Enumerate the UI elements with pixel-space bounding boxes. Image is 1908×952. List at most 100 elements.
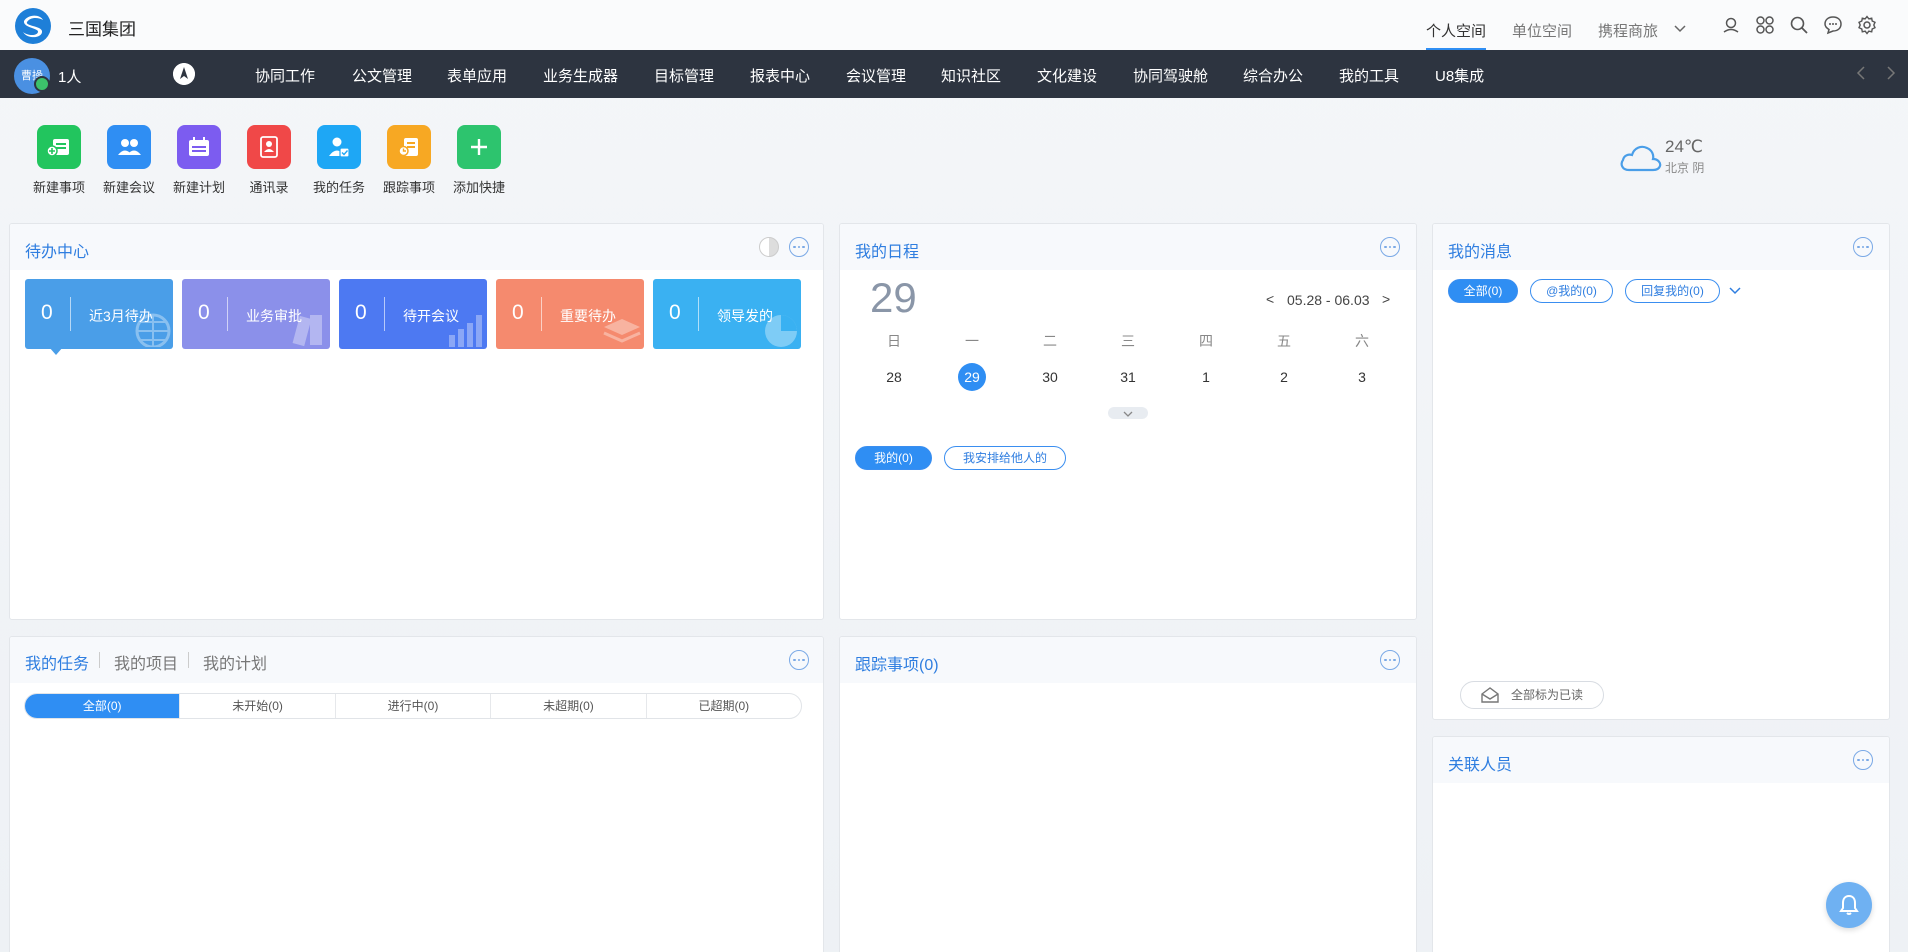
company-logo xyxy=(15,8,51,44)
envelope-open-icon xyxy=(1481,687,1499,703)
quick-my-tasks[interactable]: 我的任务 xyxy=(304,125,374,196)
quick-new-plan[interactable]: 新建计划 xyxy=(164,125,234,196)
nav-meetings[interactable]: 会议管理 xyxy=(846,65,906,86)
calendar-date[interactable]: 3 xyxy=(1342,369,1382,385)
settings-gear-icon[interactable] xyxy=(1857,15,1877,35)
message-filter-replies[interactable]: 回复我的(0) xyxy=(1625,279,1720,303)
bell-icon xyxy=(1839,894,1859,915)
calendar-date[interactable]: 30 xyxy=(1030,369,1070,385)
nav-documents[interactable]: 公文管理 xyxy=(352,65,412,86)
nav-culture[interactable]: 文化建设 xyxy=(1037,65,1097,86)
online-people-count[interactable]: 1人 xyxy=(58,66,81,87)
nav-reports[interactable]: 报表中心 xyxy=(750,65,810,86)
tab-personal-space[interactable]: 个人空间 xyxy=(1426,20,1487,51)
nav-my-tools[interactable]: 我的工具 xyxy=(1339,65,1399,86)
task-filter-overdue[interactable]: 已超期(0) xyxy=(647,694,801,718)
nav-knowledge[interactable]: 知识社区 xyxy=(941,65,1001,86)
schedule-panel: 我的日程 xyxy=(839,223,1417,620)
message-filter-mentions[interactable]: @我的(0) xyxy=(1530,279,1613,303)
tab-unit-space[interactable]: 单位空间 xyxy=(1512,20,1572,41)
task-filter-not-started[interactable]: 未开始(0) xyxy=(180,694,336,718)
nav-next-arrow-icon[interactable] xyxy=(1883,64,1899,82)
card-divider xyxy=(698,297,699,331)
calendar-expand-toggle[interactable] xyxy=(1108,407,1148,419)
panel-title: 我的日程 xyxy=(855,244,920,261)
nav-u8[interactable]: U8集成 xyxy=(1435,65,1484,86)
todo-card-meetings[interactable]: 0 待开会议 xyxy=(339,279,487,349)
task-filter-all[interactable]: 全部(0) xyxy=(25,694,181,718)
location-icon[interactable] xyxy=(1721,15,1741,35)
quick-new-meeting[interactable]: 新建会议 xyxy=(94,125,164,196)
quick-track-items[interactable]: 跟踪事项 xyxy=(374,125,444,196)
tab-separator xyxy=(99,652,100,668)
globe-icon xyxy=(135,313,171,347)
chevron-down-icon[interactable] xyxy=(1728,283,1742,297)
more-icon[interactable] xyxy=(1853,750,1873,770)
search-icon[interactable] xyxy=(1789,15,1809,35)
task-filter-not-overdue[interactable]: 未超期(0) xyxy=(491,694,647,718)
card-count: 0 xyxy=(41,301,53,324)
nav-office[interactable]: 综合办公 xyxy=(1243,65,1303,86)
quick-action-label: 新建事项 xyxy=(32,180,85,195)
chevron-down-icon xyxy=(1123,411,1133,417)
calendar-date[interactable]: 1 xyxy=(1186,369,1226,385)
notification-bell-button[interactable] xyxy=(1826,882,1872,928)
theme-toggle-icon[interactable] xyxy=(759,237,779,257)
calendar-week-range: 05.28 - 06.03 xyxy=(1287,292,1370,308)
calendar-next-week[interactable]: > xyxy=(1382,291,1390,307)
quick-action-label: 我的任务 xyxy=(312,180,365,195)
nav-goals[interactable]: 目标管理 xyxy=(654,65,714,86)
schedule-filter-mine[interactable]: 我的(0) xyxy=(855,446,932,470)
quick-new-item[interactable]: 新建事项 xyxy=(24,125,94,196)
todo-card-leader[interactable]: 0 领导发的 xyxy=(653,279,801,349)
quick-action-label: 新建计划 xyxy=(172,180,225,195)
tab-my-projects[interactable]: 我的项目 xyxy=(114,650,178,674)
bar-chart-icon xyxy=(449,315,482,347)
schedule-filter-assigned[interactable]: 我安排给他人的 xyxy=(944,446,1066,470)
more-icon[interactable] xyxy=(789,650,809,670)
tab-my-plans[interactable]: 我的计划 xyxy=(203,650,267,674)
navigation-compass-icon[interactable] xyxy=(173,63,195,85)
stack-icon xyxy=(603,319,641,343)
calendar-date[interactable]: 28 xyxy=(874,369,914,385)
online-badge xyxy=(34,76,50,92)
chevron-down-icon[interactable] xyxy=(1672,20,1688,36)
tracking-panel: 跟踪事项(0) xyxy=(839,636,1417,952)
weekday-label: 二 xyxy=(1043,333,1057,349)
nav-cockpit[interactable]: 协同驾驶舱 xyxy=(1133,65,1208,86)
related-people-panel: 关联人员 xyxy=(1432,736,1890,952)
card-divider xyxy=(227,297,228,331)
message-filter-all[interactable]: 全部(0) xyxy=(1448,279,1518,303)
card-count: 0 xyxy=(512,301,524,324)
todo-card-important[interactable]: 0 重要待办 xyxy=(496,279,644,349)
more-icon[interactable] xyxy=(1380,237,1400,257)
calendar-prev-week[interactable]: < xyxy=(1266,291,1274,307)
calendar-date-today[interactable]: 29 xyxy=(952,369,992,385)
nav-business-generator[interactable]: 业务生成器 xyxy=(543,65,618,86)
more-icon[interactable] xyxy=(789,237,809,257)
tab-my-tasks[interactable]: 我的任务 xyxy=(25,650,89,674)
chat-icon[interactable] xyxy=(1823,15,1843,35)
todo-panel-header: 待办中心 xyxy=(10,224,823,270)
meeting-icon xyxy=(107,125,151,169)
more-icon[interactable] xyxy=(1380,650,1400,670)
nav-collaboration[interactable]: 协同工作 xyxy=(255,65,315,86)
calendar-current-day: 29 xyxy=(870,274,917,321)
todo-card-approval[interactable]: 0 业务审批 xyxy=(182,279,330,349)
quick-add-shortcut[interactable]: 添加快捷 xyxy=(444,125,514,196)
quick-contacts[interactable]: 通讯录 xyxy=(234,125,304,196)
apps-grid-icon[interactable] xyxy=(1755,15,1775,35)
calendar-date[interactable]: 31 xyxy=(1108,369,1148,385)
todo-card-recent[interactable]: 0 近3月待办 xyxy=(25,279,173,349)
pie-chart-icon xyxy=(765,315,797,347)
weather-location: 北京 阴 xyxy=(1665,161,1705,175)
more-icon[interactable] xyxy=(1853,237,1873,257)
nav-prev-arrow-icon[interactable] xyxy=(1853,64,1869,82)
tab-ctrip[interactable]: 携程商旅 xyxy=(1598,20,1658,41)
weekday-label: 六 xyxy=(1355,333,1369,349)
plan-icon xyxy=(177,125,221,169)
task-filter-in-progress[interactable]: 进行中(0) xyxy=(336,694,492,718)
nav-forms[interactable]: 表单应用 xyxy=(447,65,507,86)
calendar-date[interactable]: 2 xyxy=(1264,369,1304,385)
active-card-pointer xyxy=(49,347,63,355)
